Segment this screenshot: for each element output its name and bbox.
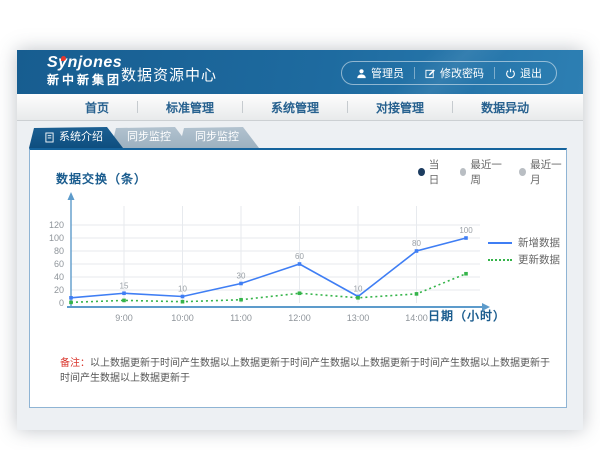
legend-item-update-data: 更新数据 bbox=[488, 251, 560, 268]
svg-text:14:00: 14:00 bbox=[405, 313, 428, 323]
radio-last-week[interactable]: 最近一周 bbox=[460, 157, 507, 187]
svg-text:10:00: 10:00 bbox=[171, 313, 194, 323]
nav-item-system-mgmt[interactable]: 系统管理 bbox=[243, 99, 347, 116]
change-password-label: 修改密码 bbox=[440, 65, 484, 81]
tab-bar: 系统介绍 同步监控 同步监控 bbox=[29, 127, 247, 148]
app-header: Synjones 新中新集团 数据资源中心 管理员 修改密码 bbox=[17, 50, 583, 94]
page-title: 数据资源中心 bbox=[121, 64, 217, 85]
svg-text:10: 10 bbox=[354, 285, 363, 294]
user-name: 管理员 bbox=[371, 65, 404, 81]
radio-dot bbox=[519, 168, 526, 176]
brand-logo-subtext: 新中新集团 bbox=[47, 74, 122, 87]
brand-accent-dot bbox=[61, 56, 66, 61]
tab-label: 同步监控 bbox=[127, 127, 171, 148]
svg-text:60: 60 bbox=[54, 259, 64, 269]
svg-text:11:00: 11:00 bbox=[230, 313, 252, 323]
user-icon bbox=[356, 68, 367, 79]
svg-text:40: 40 bbox=[54, 272, 64, 282]
legend-line-sample bbox=[488, 259, 512, 261]
svg-text:13:00: 13:00 bbox=[347, 313, 370, 323]
legend-label: 新增数据 bbox=[518, 235, 560, 250]
svg-text:20: 20 bbox=[54, 285, 64, 295]
radio-today[interactable]: 当日 bbox=[418, 157, 447, 187]
nav-item-data-change[interactable]: 数据异动 bbox=[453, 99, 557, 116]
svg-text:10: 10 bbox=[178, 285, 187, 294]
footnote-text: 以上数据更新于时间产生数据以上数据更新于时间产生数据以上数据更新于时间产生数据以… bbox=[60, 358, 550, 384]
svg-text:60: 60 bbox=[295, 252, 304, 261]
svg-text:30: 30 bbox=[237, 272, 246, 281]
radio-label: 最近一月 bbox=[530, 157, 566, 187]
app-window: Synjones 新中新集团 数据资源中心 管理员 修改密码 bbox=[17, 50, 583, 430]
svg-text:0: 0 bbox=[59, 298, 64, 308]
legend-item-new-data: 新增数据 bbox=[488, 234, 560, 251]
tab-sync-monitor-2[interactable]: 同步监控 bbox=[179, 127, 259, 148]
svg-text:80: 80 bbox=[412, 239, 421, 248]
tab-label: 系统介绍 bbox=[59, 127, 103, 148]
document-icon bbox=[45, 132, 54, 143]
user-menu: 管理员 修改密码 退出 bbox=[341, 61, 557, 85]
power-icon bbox=[505, 68, 516, 79]
brand-logo-text: Synjones bbox=[47, 55, 122, 72]
tab-sync-monitor-1[interactable]: 同步监控 bbox=[111, 127, 191, 148]
chart-panel: 当日 最近一周 最近一月 数据交换（条） 0 20 40 60 80 100 120 9:00… bbox=[29, 148, 567, 408]
svg-text:120: 120 bbox=[49, 220, 64, 230]
radio-label: 最近一周 bbox=[470, 157, 506, 187]
change-password-button[interactable]: 修改密码 bbox=[415, 65, 494, 81]
svg-text:12:00: 12:00 bbox=[288, 313, 311, 323]
svg-text:100: 100 bbox=[459, 226, 473, 235]
svg-text:80: 80 bbox=[54, 246, 64, 256]
nav-item-standard-mgmt[interactable]: 标准管理 bbox=[138, 99, 242, 116]
radio-dot bbox=[418, 168, 425, 176]
edit-icon bbox=[425, 68, 436, 79]
nav-item-interface-mgmt[interactable]: 对接管理 bbox=[348, 99, 452, 116]
tab-system-intro[interactable]: 系统介绍 bbox=[29, 127, 123, 148]
footnote-label: 备注： bbox=[60, 358, 90, 369]
nav-item-home[interactable]: 首页 bbox=[57, 99, 137, 116]
legend-line-sample bbox=[488, 242, 512, 244]
footnote: 备注：以上数据更新于时间产生数据以上数据更新于时间产生数据以上数据更新于时间产生… bbox=[60, 356, 550, 386]
range-filter: 当日 最近一周 最近一月 bbox=[418, 157, 566, 187]
logout-label: 退出 bbox=[520, 65, 542, 81]
svg-text:100: 100 bbox=[49, 233, 64, 243]
main-nav: 首页 标准管理 系统管理 对接管理 数据异动 bbox=[17, 94, 583, 121]
radio-last-month[interactable]: 最近一月 bbox=[519, 157, 566, 187]
radio-label: 当日 bbox=[429, 157, 447, 187]
svg-text:15: 15 bbox=[120, 281, 129, 290]
user-button[interactable]: 管理员 bbox=[346, 65, 414, 81]
y-axis-title: 数据交换（条） bbox=[56, 170, 147, 187]
chart-legend: 新增数据 更新数据 bbox=[488, 234, 560, 268]
brand-logo: Synjones 新中新集团 bbox=[47, 55, 122, 86]
x-axis-title: 日期（小时） bbox=[428, 307, 506, 324]
tab-label: 同步监控 bbox=[195, 127, 239, 148]
radio-dot bbox=[460, 168, 467, 176]
legend-label: 更新数据 bbox=[518, 252, 560, 267]
logout-button[interactable]: 退出 bbox=[495, 65, 552, 81]
svg-text:9:00: 9:00 bbox=[115, 313, 133, 323]
